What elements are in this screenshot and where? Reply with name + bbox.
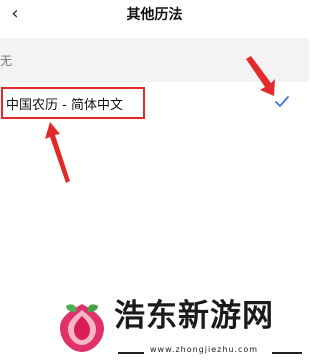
section-label-none[interactable]: 无 [0,52,12,69]
watermark-url: www.zhongjiezhu.com [150,345,259,354]
arrow-pointing-check-icon [246,56,275,96]
watermark-site-name: 浩东新游网 [114,298,274,334]
nav-header: ‹ 其他历法 [0,0,309,38]
highlight-box [1,87,145,119]
watermark-dash-right [272,352,302,354]
page-title: 其他历法 [126,7,183,23]
arrow-pointing-option-icon [45,122,70,183]
watermark-dash-left [118,352,144,354]
watermark-logo-icon [54,298,110,354]
